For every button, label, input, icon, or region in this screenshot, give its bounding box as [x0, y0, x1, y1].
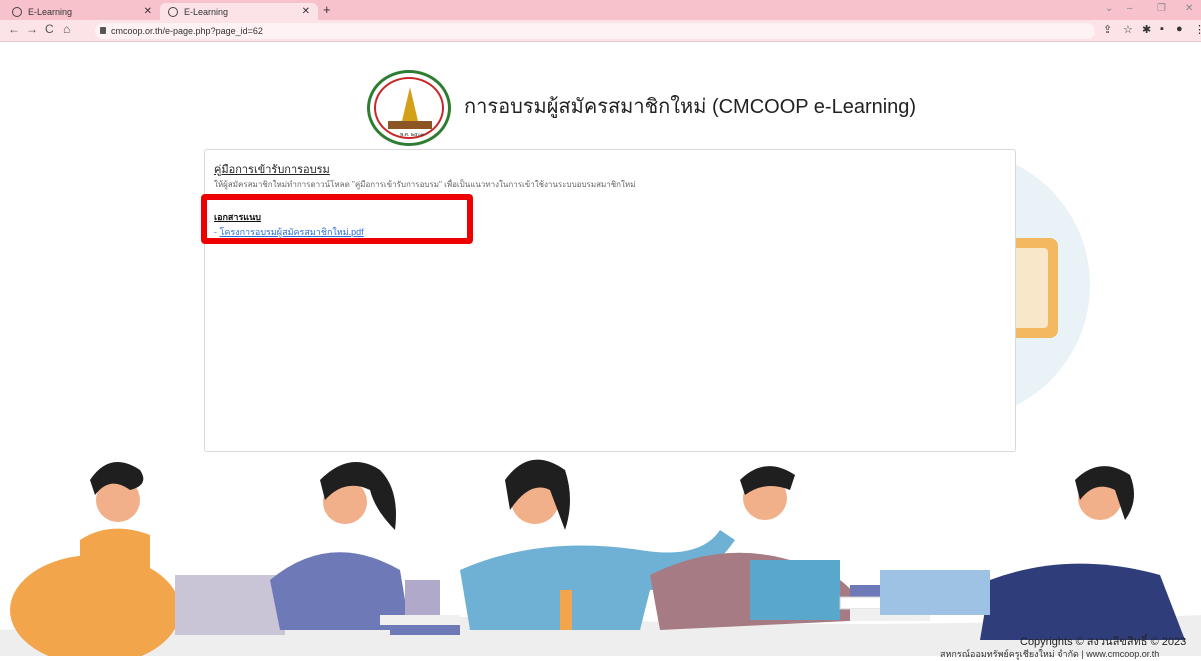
close-icon[interactable]: ✕	[302, 6, 310, 17]
chevron-down-icon[interactable]: ⌄	[1105, 3, 1113, 14]
window-close-icon[interactable]: ✕	[1185, 3, 1193, 14]
globe-icon	[12, 6, 22, 17]
learners-illustration	[0, 459, 1201, 656]
sidepanel-icon[interactable]: ▪	[1160, 23, 1164, 35]
globe-icon	[168, 6, 178, 17]
url-field[interactable]: cmcoop.or.th/e-page.php?page_id=62	[95, 23, 1095, 39]
lock-icon	[100, 27, 106, 34]
star-icon[interactable]: ☆	[1123, 23, 1133, 36]
home-icon[interactable]: ⌂	[63, 22, 70, 36]
browser-tab-2[interactable]: E-Learning ✕	[160, 3, 318, 20]
page-title: การอบรมผู้สมัครสมาชิกใหม่ (CMCOOP e-Lear…	[464, 96, 917, 118]
menu-icon[interactable]: ⋮	[1194, 23, 1201, 36]
close-icon[interactable]: ✕	[144, 6, 152, 17]
url-text: cmcoop.or.th/e-page.php?page_id=62	[111, 26, 263, 36]
extension-icon[interactable]: ✱	[1142, 23, 1151, 36]
card-description: ให้ผู้สมัครสมาชิกใหม่ทำการดาวน์โหลด "คู่…	[214, 180, 636, 189]
minimize-icon[interactable]: –	[1127, 3, 1133, 14]
profile-icon[interactable]: ●	[1176, 23, 1183, 35]
forward-icon[interactable]: →	[26, 22, 38, 36]
share-icon[interactable]: ⇪	[1103, 23, 1112, 36]
cooperative-logo: พ.ศ. ๒๕๐๓	[367, 70, 451, 146]
back-icon[interactable]: ←	[8, 22, 20, 36]
browser-tabbar: E-Learning ✕ E-Learning ✕ + ⌄ – ❐ ✕	[0, 0, 1201, 20]
restore-icon[interactable]: ❐	[1157, 3, 1166, 14]
address-bar: ← → C ⌂ cmcoop.or.th/e-page.php?page_id=…	[0, 20, 1201, 42]
tab-label: E-Learning	[28, 6, 73, 17]
highlight-annotation-box	[201, 194, 473, 244]
new-tab-button[interactable]: +	[323, 2, 331, 17]
tab-label: E-Learning	[184, 6, 229, 17]
browser-tab-1[interactable]: E-Learning ✕	[4, 3, 160, 20]
reload-icon[interactable]: C	[45, 22, 54, 36]
card-heading: คู่มือการเข้ารับการอบรม	[214, 164, 330, 176]
footer-organization: สหกรณ์ออมทรัพย์ครูเชียงใหม่ จำกัด | www.…	[940, 649, 1160, 659]
